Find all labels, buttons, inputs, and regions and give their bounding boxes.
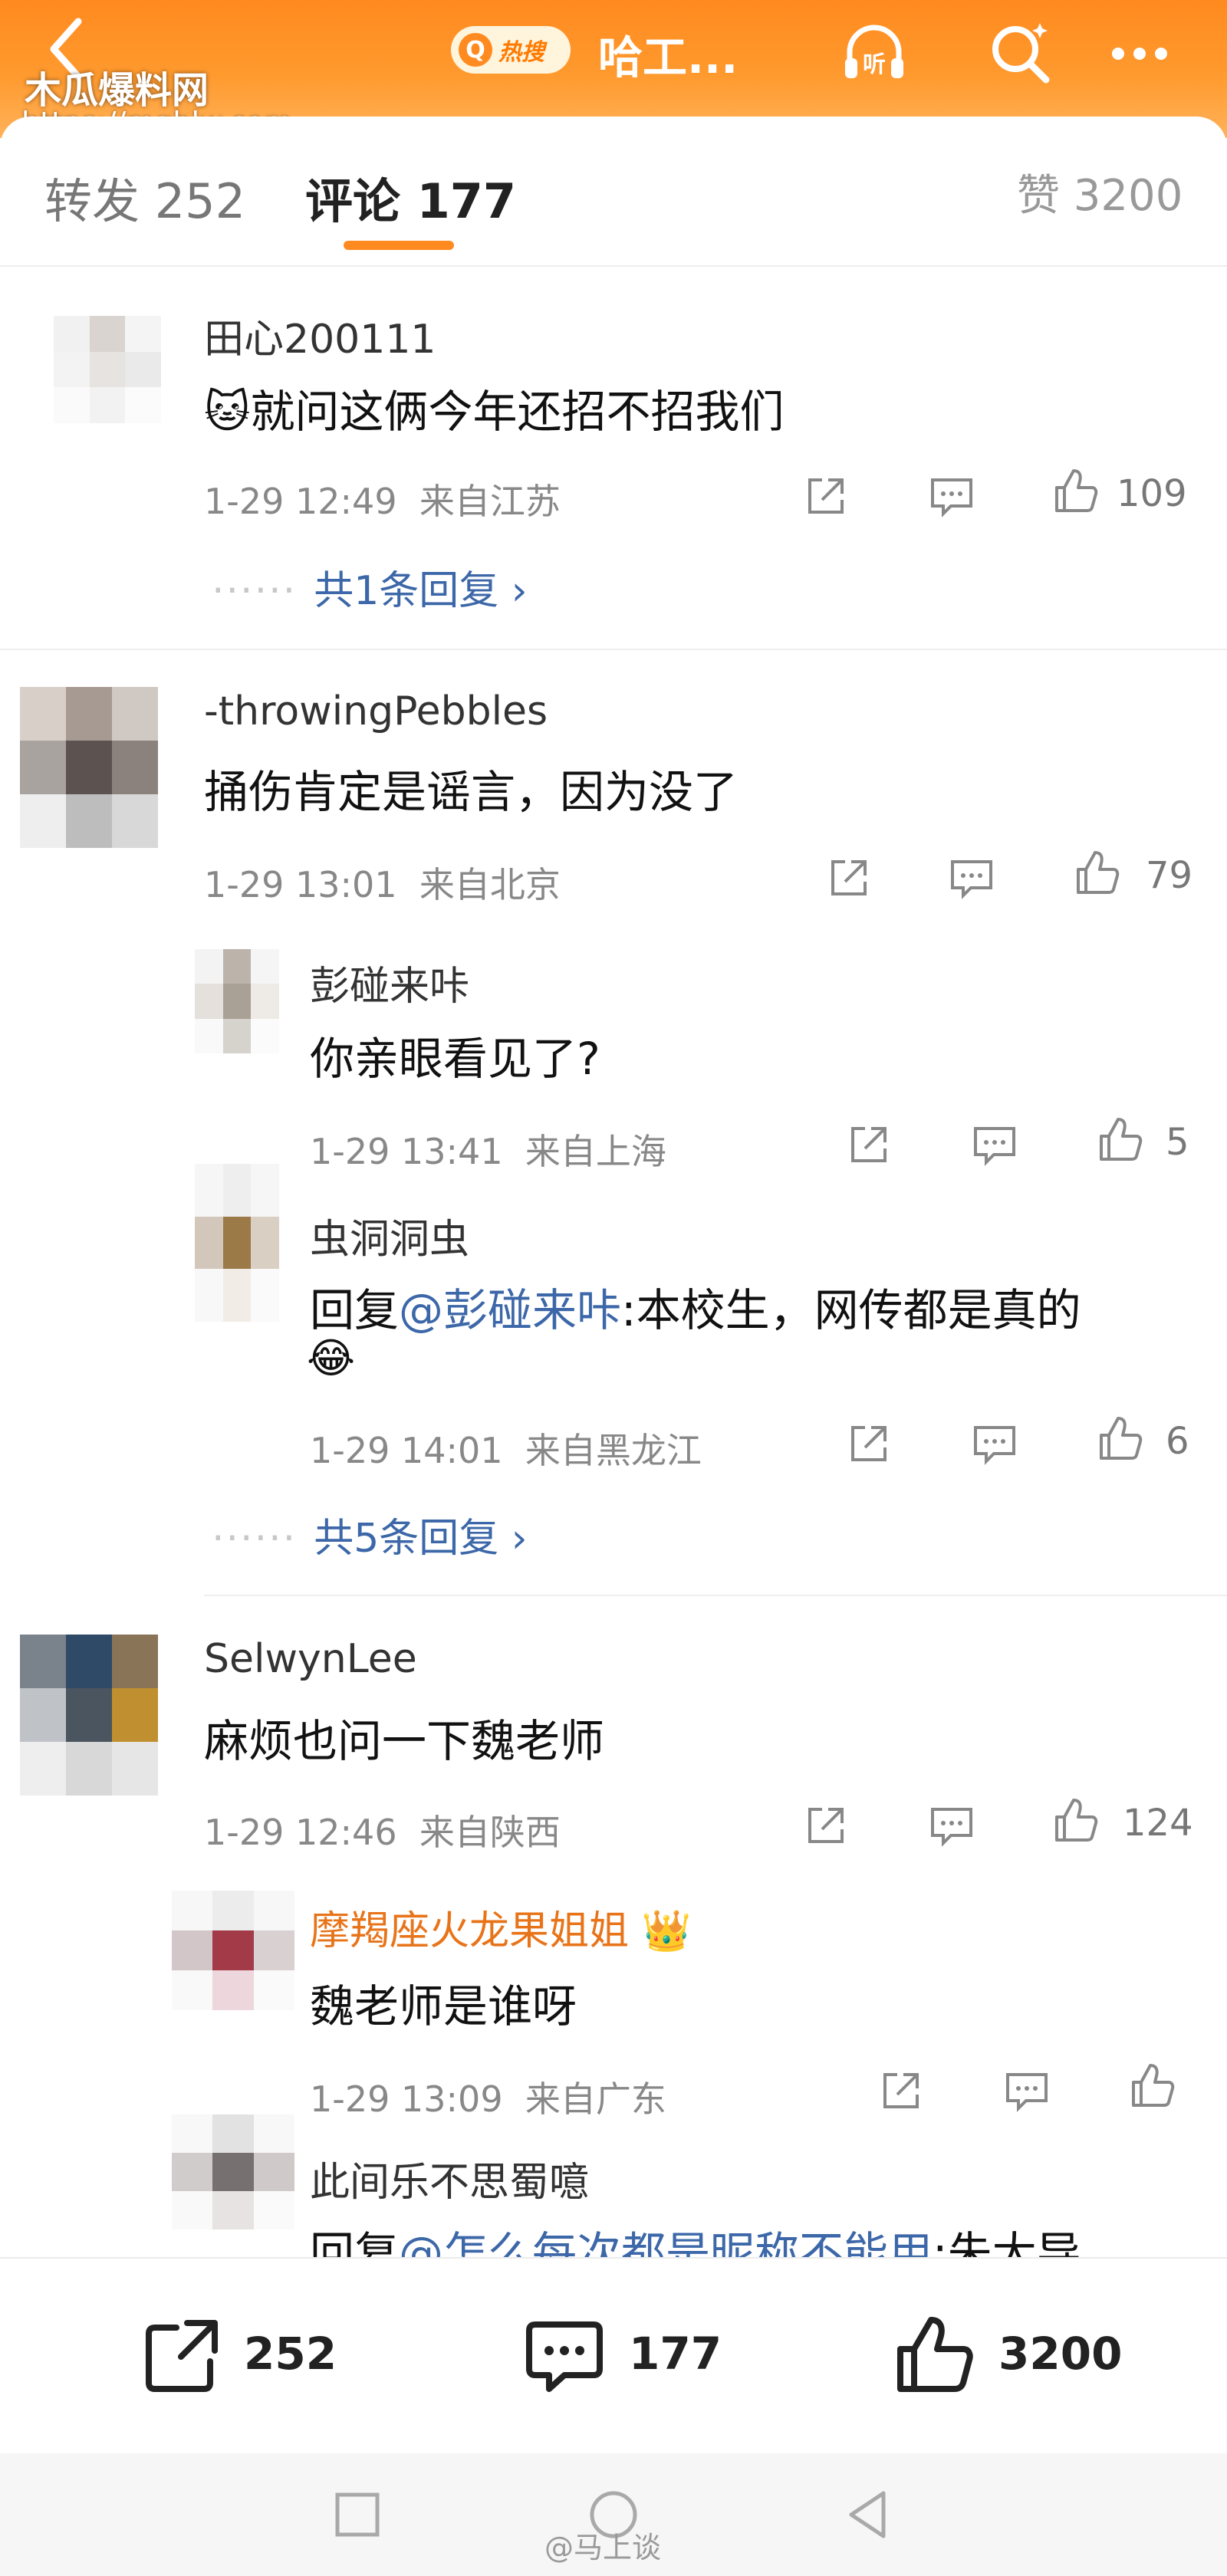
- more-replies-link[interactable]: ······ 共5条回复 ›: [212, 1506, 528, 1563]
- avatar[interactable]: [54, 316, 161, 423]
- tab-comments[interactable]: 评论 177: [305, 163, 516, 232]
- comment-icon[interactable]: [968, 1417, 1021, 1470]
- reply-meta: 1-29 13:41 来自上海: [310, 1124, 666, 1175]
- mention-link[interactable]: @彭碰来咔: [399, 1284, 621, 1336]
- reply-meta: 1-29 13:09 来自广东: [310, 2072, 666, 2122]
- reply-time: 1-29 14:01: [310, 1430, 503, 1471]
- avatar[interactable]: [20, 687, 158, 848]
- like-icon[interactable]: [1048, 465, 1101, 518]
- reply-username[interactable]: 虫洞洞虫: [310, 1207, 469, 1264]
- hot-search-badge[interactable]: Q 热搜: [451, 26, 571, 74]
- comment-count[interactable]: 177: [629, 2328, 722, 2380]
- comment-time: 1-29 13:01: [204, 864, 397, 905]
- page-title[interactable]: 哈工...: [598, 21, 738, 86]
- bottom-action-bar: 252 177 3200: [0, 2257, 1227, 2453]
- svg-text:听: 听: [863, 51, 886, 78]
- back-triangle-icon[interactable]: [836, 2482, 900, 2547]
- avatar[interactable]: [20, 1635, 158, 1796]
- reply-meta: 1-29 14:01 来自黑龙江: [310, 1423, 702, 1474]
- like-icon[interactable]: [890, 2311, 979, 2400]
- share-icon[interactable]: [799, 1799, 853, 1852]
- comment-text: 🐱就问这俩今年还招不招我们: [204, 386, 785, 438]
- comment-location: 来自陕西: [419, 1812, 561, 1853]
- reply-username[interactable]: 此间乐不思蜀噫: [310, 2150, 589, 2207]
- dots-decoration: ······: [212, 1516, 298, 1562]
- active-tab-indicator: [344, 241, 454, 250]
- reply-username[interactable]: 摩羯座火龙果姐姐 👑: [310, 1898, 691, 1956]
- like-count: 5: [1166, 1121, 1189, 1164]
- recent-apps-icon[interactable]: [325, 2482, 390, 2547]
- reply-username-text: 摩羯座火龙果姐姐: [310, 1908, 630, 1954]
- reply-text: 魏老师是谁呀: [310, 1980, 577, 2032]
- repost-icon[interactable]: [138, 2311, 227, 2400]
- hot-search-label: 热搜: [498, 39, 544, 66]
- comment-text: 捅伤肯定是谣言，因为没了: [204, 766, 739, 818]
- comment-meta: 1-29 12:46 来自陕西: [204, 1805, 561, 1855]
- avatar[interactable]: [195, 1164, 279, 1322]
- like-icon[interactable]: [1092, 1113, 1146, 1167]
- comment-time: 1-29 12:49: [204, 481, 397, 522]
- reply-text: 回复@彭碰来咔:本校生，网传都是真的: [310, 1274, 1081, 1339]
- reply-location: 来自黑龙江: [525, 1430, 702, 1471]
- tab-likes[interactable]: 赞 3200: [1017, 161, 1183, 223]
- comment-text: 麻烦也问一下魏老师: [204, 1715, 605, 1767]
- search-icon[interactable]: [983, 15, 1057, 89]
- more-replies-label: 共5条回复 ›: [314, 1516, 528, 1562]
- like-count: 109: [1117, 472, 1187, 515]
- like-icon[interactable]: [1069, 846, 1123, 900]
- like-count: 6: [1166, 1420, 1189, 1463]
- reply-text: 你亲眼看见了?: [310, 1033, 600, 1085]
- comment-icon[interactable]: [968, 1118, 1021, 1171]
- reply-username[interactable]: 彭碰来咔: [310, 954, 469, 1011]
- listen-icon[interactable]: 听: [837, 15, 911, 89]
- avatar[interactable]: [195, 949, 279, 1053]
- like-count[interactable]: 3200: [998, 2328, 1122, 2380]
- reply-time: 1-29 13:09: [310, 2078, 503, 2120]
- comment-icon[interactable]: [1000, 2064, 1054, 2118]
- comment-username[interactable]: SelwynLee: [204, 1636, 417, 1682]
- reply-prefix: 回复: [310, 1284, 400, 1336]
- like-count: 124: [1123, 1802, 1193, 1845]
- comment-icon[interactable]: [925, 469, 979, 523]
- laughing-emoji-icon: 😂: [307, 1334, 356, 1382]
- comment-meta: 1-29 13:01 来自北京: [204, 857, 561, 908]
- comment-divider: [0, 649, 1227, 650]
- comment-username[interactable]: 田心200111: [204, 307, 436, 364]
- comment-icon[interactable]: [925, 1799, 979, 1852]
- repost-count[interactable]: 252: [244, 2328, 337, 2380]
- share-icon[interactable]: [842, 1417, 896, 1470]
- avatar[interactable]: [172, 1891, 294, 2010]
- reply-location: 来自上海: [525, 1131, 666, 1172]
- tab-reposts[interactable]: 转发 252: [44, 163, 245, 232]
- comment-location: 来自北京: [419, 864, 561, 905]
- comment-icon[interactable]: [520, 2311, 609, 2400]
- comment-divider: [204, 1595, 1227, 1596]
- more-options-icon[interactable]: [1103, 15, 1176, 89]
- comment-username[interactable]: -throwingPebbles: [204, 688, 548, 734]
- more-replies-label: 共1条回复 ›: [314, 568, 528, 614]
- share-icon[interactable]: [874, 2064, 928, 2118]
- comment-location: 来自江苏: [419, 481, 561, 522]
- like-count: 79: [1146, 854, 1193, 897]
- more-replies-link[interactable]: ······ 共1条回复 ›: [212, 558, 528, 616]
- comment-meta: 1-29 12:49 来自江苏: [204, 474, 561, 524]
- crown-badge-icon: 👑: [641, 1908, 692, 1954]
- share-icon[interactable]: [799, 469, 853, 523]
- footer-watermark: @马上谈: [544, 2531, 662, 2564]
- share-icon[interactable]: [842, 1118, 896, 1171]
- comment-icon[interactable]: [945, 851, 998, 905]
- avatar[interactable]: [172, 2114, 294, 2229]
- dots-decoration: ······: [212, 568, 298, 614]
- share-icon[interactable]: [822, 851, 876, 905]
- reply-time: 1-29 13:41: [310, 1131, 503, 1172]
- tab-bar: 转发 252 评论 177 赞 3200: [0, 117, 1227, 267]
- like-icon[interactable]: [1092, 1412, 1146, 1466]
- like-icon[interactable]: [1124, 2059, 1178, 2113]
- comment-time: 1-29 12:46: [204, 1812, 397, 1853]
- like-icon[interactable]: [1048, 1794, 1101, 1848]
- hot-search-icon: Q: [459, 33, 492, 67]
- reply-location: 来自广东: [525, 2078, 666, 2120]
- reply-body: :本校生，网传都是真的: [621, 1284, 1081, 1336]
